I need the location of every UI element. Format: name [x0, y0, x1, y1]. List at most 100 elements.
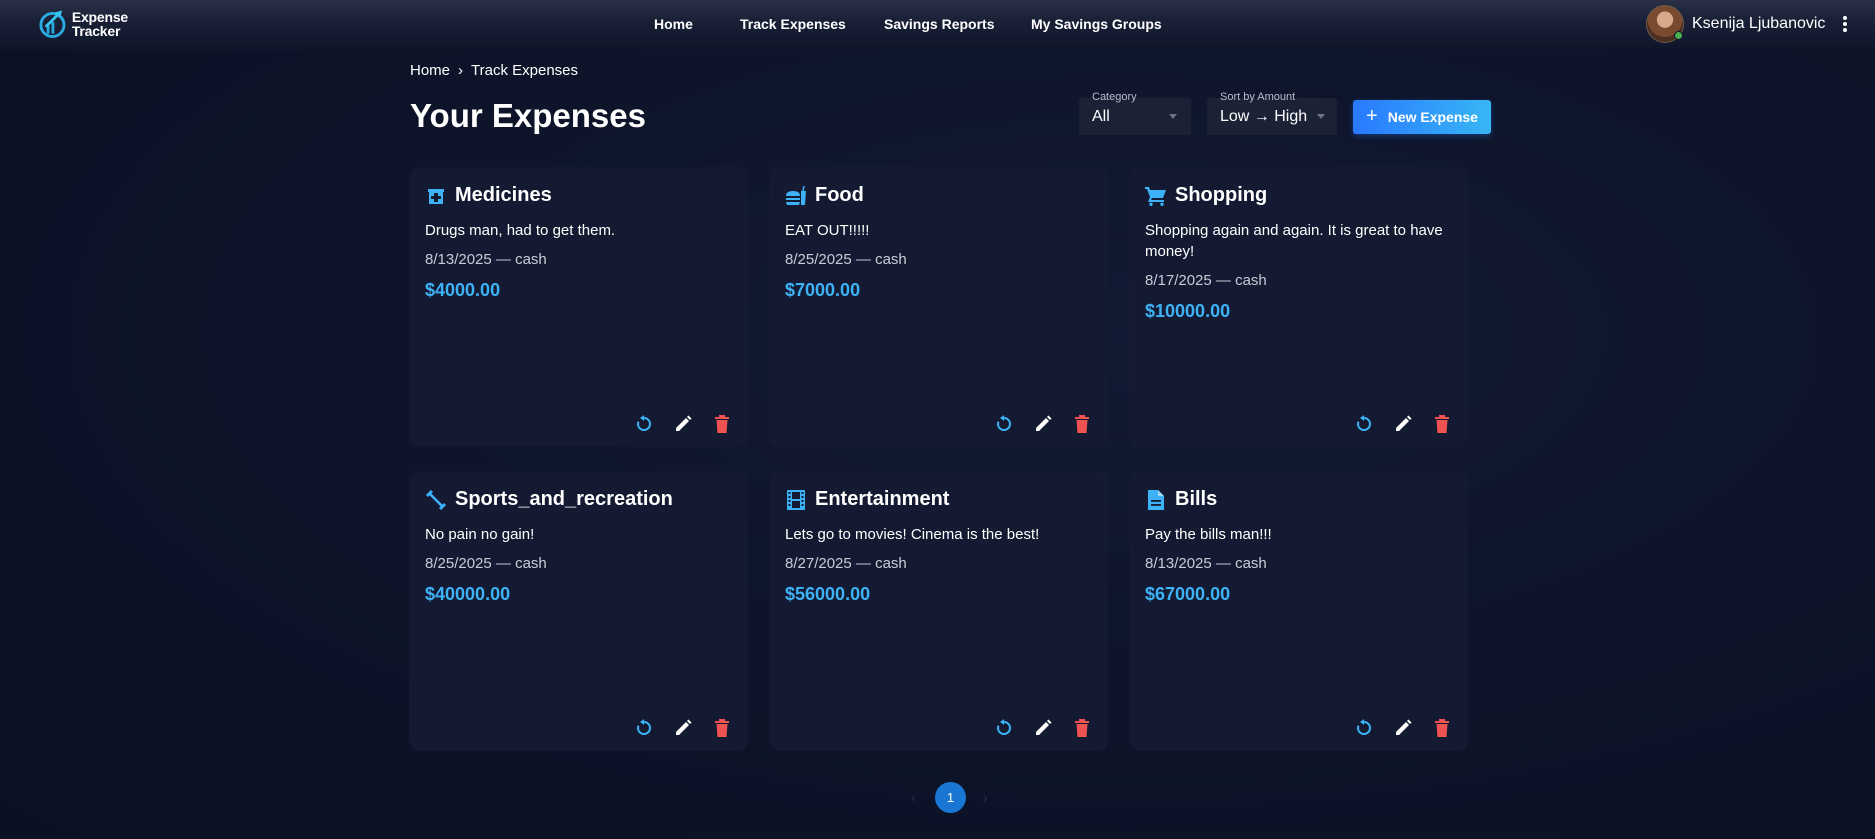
shopping-cart-icon — [1145, 185, 1167, 207]
card-actions — [993, 717, 1093, 739]
card-header: Entertainment — [785, 488, 949, 511]
category-select-label: Category — [1092, 91, 1137, 103]
expense-card: Shopping Shopping again and again. It is… — [1130, 168, 1467, 446]
sort-select-label: Sort by Amount — [1220, 91, 1296, 103]
medical-icon — [425, 185, 447, 207]
repeat-icon[interactable] — [993, 717, 1015, 739]
card-header: Sports_and_recreation — [425, 488, 673, 511]
card-date-method: 8/13/2025 — cash — [425, 251, 547, 268]
plus-icon: + — [1366, 105, 1378, 127]
card-header: Shopping — [1145, 184, 1267, 207]
card-description: Drugs man, had to get them. — [425, 222, 616, 239]
app-logo[interactable]: Expense Tracker — [38, 6, 128, 42]
card-category: Food — [815, 184, 864, 206]
card-body: Pay the bills man!!! 8/13/2025 — cash $6… — [1145, 524, 1455, 605]
card-description: Pay the bills man!!! — [1145, 526, 1272, 543]
delete-icon[interactable] — [1431, 717, 1453, 739]
edit-icon[interactable] — [1392, 717, 1414, 739]
nav-track-expenses[interactable]: Track Expenses — [740, 16, 846, 32]
expense-card: Sports_and_recreation No pain no gain! 8… — [410, 472, 747, 750]
logo-icon — [39, 10, 66, 38]
card-category: Bills — [1175, 488, 1218, 510]
card-header: Bills — [1145, 488, 1217, 511]
nav-savings-reports[interactable]: Savings Reports — [884, 16, 994, 32]
card-category: Medicines — [455, 184, 552, 206]
expense-card: Bills Pay the bills man!!! 8/13/2025 — c… — [1130, 472, 1467, 750]
card-body: EAT OUT!!!!! 8/25/2025 — cash $7000.00 — [785, 220, 1095, 301]
sort-by-amount-select[interactable]: Sort by Amount Low → High — [1207, 91, 1337, 135]
pagination-prev-button[interactable]: ‹ — [911, 789, 916, 805]
film-icon — [785, 489, 807, 511]
delete-icon[interactable] — [1431, 413, 1453, 435]
card-amount: $67000.00 — [1145, 584, 1231, 604]
card-body: Lets go to movies! Cinema is the best! 8… — [785, 524, 1095, 605]
document-icon — [1145, 489, 1167, 511]
edit-icon[interactable] — [672, 413, 694, 435]
breadcrumb: Home › Track Expenses — [410, 62, 578, 79]
repeat-icon[interactable] — [633, 413, 655, 435]
user-name: Ksenija Ljubanovic — [1692, 15, 1826, 32]
chevron-down-icon — [1169, 114, 1177, 119]
fastfood-icon — [785, 185, 807, 207]
repeat-icon[interactable] — [1353, 413, 1375, 435]
card-description: Lets go to movies! Cinema is the best! — [785, 526, 1040, 543]
more-options-icon[interactable] — [1838, 13, 1852, 35]
logo-text: Expense Tracker — [72, 10, 128, 38]
card-category: Shopping — [1175, 184, 1268, 206]
pagination-page-1[interactable]: 1 — [935, 782, 966, 813]
sort-select-value: Low → High — [1220, 108, 1308, 125]
card-header: Medicines — [425, 184, 552, 207]
edit-icon[interactable] — [672, 717, 694, 739]
breadcrumb-separator: › — [458, 62, 464, 79]
card-actions — [993, 413, 1093, 435]
expense-card: Entertainment Lets go to movies! Cinema … — [770, 472, 1107, 750]
online-status-indicator — [1674, 31, 1683, 40]
card-actions — [633, 413, 733, 435]
top-navigation-bar: Expense Tracker Home Track Expenses Savi… — [0, 0, 1875, 50]
pagination-next-button[interactable]: › — [983, 789, 988, 805]
repeat-icon[interactable] — [633, 717, 655, 739]
page-title: Your Expenses — [410, 97, 646, 134]
new-expense-button[interactable]: + New Expense — [1353, 100, 1491, 134]
card-description: No pain no gain! — [425, 526, 535, 543]
breadcrumb-current: Track Expenses — [471, 62, 579, 79]
chevron-down-icon — [1317, 114, 1325, 119]
edit-icon[interactable] — [1032, 717, 1054, 739]
avatar[interactable] — [1646, 5, 1684, 43]
logo-line-1: Expense — [71, 9, 128, 25]
delete-icon[interactable] — [711, 413, 733, 435]
category-select-value: All — [1092, 108, 1110, 125]
card-body: Drugs man, had to get them. 8/13/2025 — … — [425, 220, 735, 301]
delete-icon[interactable] — [1071, 413, 1093, 435]
fitness-icon — [425, 489, 447, 511]
nav-my-savings-groups[interactable]: My Savings Groups — [1031, 16, 1162, 32]
user-menu[interactable]: Ksenija Ljubanovic — [1646, 5, 1825, 43]
card-date-method: 8/25/2025 — cash — [785, 251, 907, 268]
new-expense-label: New Expense — [1387, 109, 1478, 125]
card-date-method: 8/17/2025 — cash — [1145, 272, 1267, 289]
card-amount: $40000.00 — [425, 584, 511, 604]
card-actions — [1353, 413, 1453, 435]
card-body: Shopping again and again. It is great to… — [1145, 220, 1455, 322]
repeat-icon[interactable] — [1353, 717, 1375, 739]
card-amount: $10000.00 — [1145, 301, 1231, 321]
repeat-icon[interactable] — [993, 413, 1015, 435]
category-select[interactable]: Category All — [1079, 91, 1191, 135]
card-description: EAT OUT!!!!! — [785, 222, 870, 239]
card-body: No pain no gain! 8/25/2025 — cash $40000… — [425, 524, 735, 605]
delete-icon[interactable] — [1071, 717, 1093, 739]
card-date-method: 8/27/2025 — cash — [785, 555, 907, 572]
nav-home[interactable]: Home — [654, 16, 693, 32]
card-header: Food — [785, 184, 864, 207]
card-actions — [1353, 717, 1453, 739]
breadcrumb-home[interactable]: Home — [410, 62, 450, 79]
expense-card: Food EAT OUT!!!!! 8/25/2025 — cash $7000… — [770, 168, 1107, 446]
card-amount: $56000.00 — [785, 584, 871, 604]
delete-icon[interactable] — [711, 717, 733, 739]
logo-line-2: Tracker — [71, 23, 121, 39]
edit-icon[interactable] — [1032, 413, 1054, 435]
card-date-method: 8/13/2025 — cash — [1145, 555, 1267, 572]
card-description: Shopping again and again. It is great to… — [1145, 222, 1443, 260]
edit-icon[interactable] — [1392, 413, 1414, 435]
card-category: Sports_and_recreation — [455, 488, 673, 510]
